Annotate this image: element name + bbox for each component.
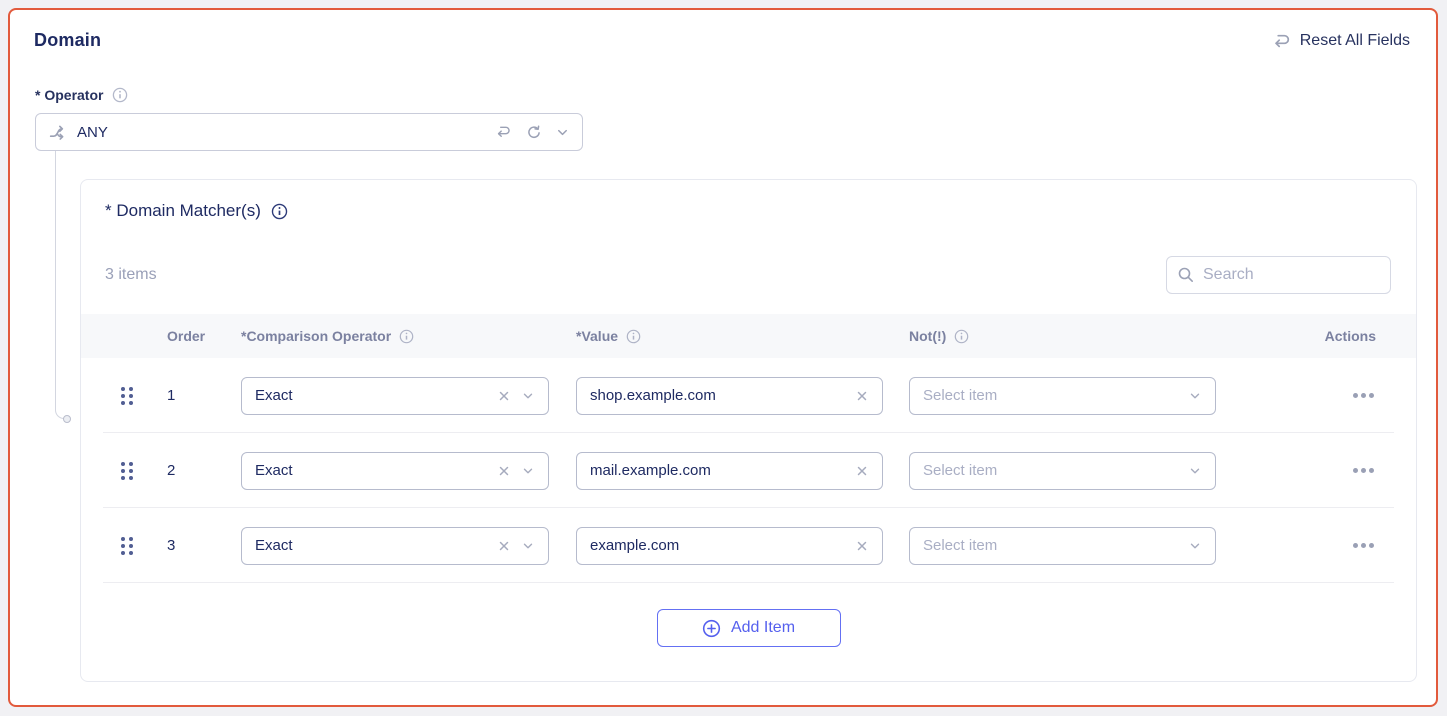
row-actions-menu[interactable] [1353, 543, 1394, 548]
value-input-box[interactable] [576, 527, 883, 565]
value-input-box[interactable] [576, 452, 883, 490]
info-icon[interactable] [399, 329, 414, 344]
value-input-box[interactable] [576, 377, 883, 415]
comparison-operator-select[interactable]: Exact [241, 527, 549, 565]
col-comparison: *Comparison Operator [241, 328, 576, 344]
domain-matchers-panel: * Domain Matcher(s) 3 items [80, 179, 1417, 682]
clear-icon[interactable] [855, 389, 869, 403]
tree-connector-line [55, 151, 67, 419]
drag-handle-icon[interactable] [103, 537, 133, 555]
col-value: *Value [576, 328, 909, 344]
info-icon[interactable] [112, 87, 128, 103]
not-select[interactable]: Select item [909, 377, 1216, 415]
clear-icon[interactable] [497, 464, 511, 478]
value-input[interactable] [590, 387, 855, 404]
chevron-down-icon[interactable] [555, 125, 570, 140]
branch-icon [48, 124, 67, 141]
col-not: Not(!) [909, 328, 1242, 344]
col-order: Order [145, 328, 241, 344]
add-item-button[interactable]: Add Item [657, 609, 841, 647]
add-item-label: Add Item [731, 619, 795, 637]
chevron-down-icon[interactable] [1188, 539, 1202, 553]
chevron-down-icon[interactable] [1188, 389, 1202, 403]
row-order: 2 [145, 462, 241, 479]
not-select[interactable]: Select item [909, 452, 1216, 490]
chevron-down-icon[interactable] [521, 539, 535, 553]
circle-plus-icon [702, 619, 721, 638]
matchers-title-row: * Domain Matcher(s) [81, 180, 1416, 221]
comparison-operator-select[interactable]: Exact [241, 377, 549, 415]
chevron-down-icon[interactable] [521, 389, 535, 403]
tree-connector-dot [63, 415, 71, 423]
drag-handle-icon[interactable] [103, 462, 133, 480]
matchers-toolbar: 3 items [81, 256, 1416, 294]
page-title: Domain [34, 30, 101, 51]
table-row: 3 Exact Select item [81, 508, 1416, 583]
not-select[interactable]: Select item [909, 527, 1216, 565]
search-icon [1177, 266, 1195, 284]
undo-icon [1271, 32, 1291, 50]
value-input[interactable] [590, 462, 855, 479]
info-icon[interactable] [954, 329, 969, 344]
operator-label-row: * Operator [35, 87, 128, 103]
info-icon[interactable] [271, 203, 288, 220]
row-actions-menu[interactable] [1353, 393, 1394, 398]
undo-icon[interactable] [494, 124, 512, 140]
row-order: 1 [145, 387, 241, 404]
clear-icon[interactable] [855, 464, 869, 478]
chevron-down-icon[interactable] [1188, 464, 1202, 478]
row-order: 3 [145, 537, 241, 554]
matchers-title: * Domain Matcher(s) [105, 201, 261, 221]
chevron-down-icon[interactable] [521, 464, 535, 478]
value-input[interactable] [590, 537, 855, 554]
row-actions-menu[interactable] [1353, 468, 1394, 473]
clear-icon[interactable] [497, 539, 511, 553]
search-box[interactable] [1166, 256, 1391, 294]
card-header: Domain Reset All Fields [34, 30, 1410, 51]
search-input[interactable] [1203, 266, 1380, 284]
table-header: Order *Comparison Operator *Value N [81, 314, 1416, 358]
table-row: 1 Exact Select item [81, 358, 1416, 433]
drag-handle-icon[interactable] [103, 387, 133, 405]
operator-value: ANY [77, 124, 108, 141]
reset-all-fields-label: Reset All Fields [1300, 32, 1410, 50]
clear-icon[interactable] [497, 389, 511, 403]
refresh-icon[interactable] [525, 124, 542, 141]
comparison-operator-select[interactable]: Exact [241, 452, 549, 490]
items-count: 3 items [105, 266, 157, 284]
table-row: 2 Exact Select item [81, 433, 1416, 508]
operator-label: * Operator [35, 87, 103, 103]
domain-card: Domain Reset All Fields * Operator [8, 8, 1438, 707]
info-icon[interactable] [626, 329, 641, 344]
clear-icon[interactable] [855, 539, 869, 553]
operator-select[interactable]: ANY [35, 113, 583, 151]
reset-all-fields-button[interactable]: Reset All Fields [1271, 32, 1410, 50]
col-actions: Actions [1325, 328, 1394, 344]
